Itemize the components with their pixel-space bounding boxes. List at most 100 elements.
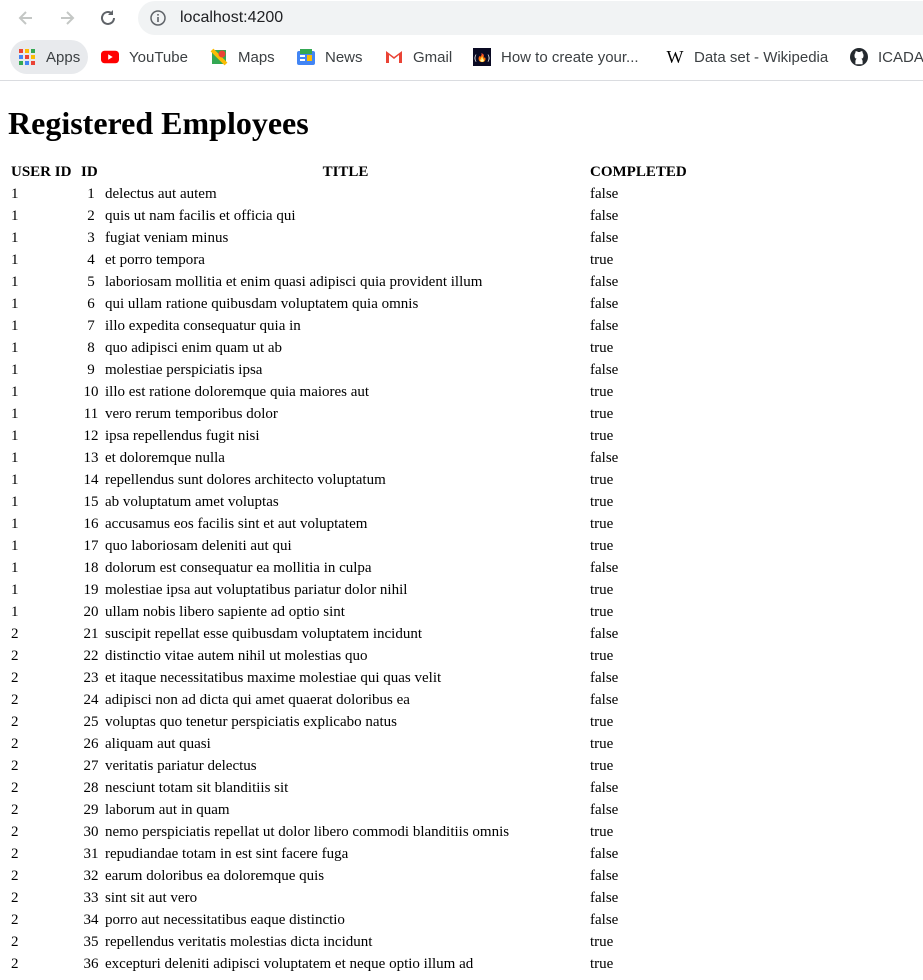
column-header-title: TITLE [322, 164, 369, 180]
youtube-icon [101, 48, 119, 66]
cell-title: laboriosam mollitia et enim quasi adipis… [105, 274, 483, 290]
cell-title: ipsa repellendus fugit nisi [105, 428, 260, 444]
bookmark-gmail[interactable]: Gmail [385, 40, 452, 74]
cell-completed: false [590, 626, 619, 642]
cell-id: 24 [83, 692, 99, 708]
bookmark-github[interactable]: ICADA [850, 40, 923, 74]
reload-icon [101, 10, 115, 25]
bookmark-label: Gmail [413, 48, 453, 66]
cell-user-id: 1 [11, 582, 19, 598]
cell-user-id: 2 [11, 824, 19, 840]
bookmark-maps[interactable]: Maps [210, 40, 275, 74]
table-row: 2 23 et itaque necessitatibus maxime moles… [10, 668, 791, 688]
bookmark-label: YouTube [129, 48, 188, 66]
forward-button[interactable] [55, 6, 79, 30]
table-header-row: USER ID ID TITLE COMPLETED [10, 162, 791, 182]
cell-title: dolorum est consequatur ea mollitia in c… [105, 560, 372, 576]
cell-title: aliquam aut quasi [105, 736, 211, 752]
cell-user-id: 2 [11, 714, 19, 730]
table-row: 2 26 aliquam aut quasi true [10, 734, 791, 754]
bookmark-apps[interactable]: Apps [10, 40, 89, 74]
cell-user-id: 1 [11, 516, 19, 532]
table-body: 1 1 delectus aut autem false 1 2 quis ut nam f… [10, 184, 791, 974]
cell-user-id: 2 [11, 758, 19, 774]
cell-completed: true [590, 472, 614, 488]
cell-user-id: 1 [11, 538, 19, 554]
cell-completed: false [590, 802, 619, 818]
table-row: 2 29 laborum aut in quam false [10, 800, 791, 820]
cell-id: 6 [87, 296, 95, 312]
cell-user-id: 1 [11, 340, 19, 356]
bookmark-freecodecamp[interactable]: (🔥) How to create your... [473, 40, 639, 74]
cell-id: 5 [87, 274, 95, 290]
cell-title: suscipit repellat esse quibusdam volupta… [105, 626, 423, 642]
cell-id: 33 [83, 890, 99, 906]
table-row: 2 28 nesciunt totam sit blanditiis sit fals… [10, 778, 791, 798]
bookmark-label: ICADA [878, 48, 923, 66]
cell-user-id: 2 [11, 780, 19, 796]
cell-id: 11 [83, 406, 99, 422]
table-row: 2 32 earum doloribus ea doloremque quis fal… [10, 866, 791, 886]
table-row: 1 2 quis ut nam facilis et officia qui fals… [10, 206, 791, 226]
cell-title: earum doloribus ea doloremque quis [105, 868, 325, 884]
cell-user-id: 1 [11, 296, 19, 312]
cell-id: 9 [87, 362, 95, 378]
bookmark-label: Apps [46, 48, 81, 66]
reload-button[interactable] [96, 6, 120, 30]
cell-title: repellendus veritatis molestias dicta in… [105, 934, 373, 950]
cell-title: illo expedita consequatur quia in [105, 318, 301, 334]
cell-user-id: 2 [11, 736, 19, 752]
table-row: 2 27 veritatis pariatur delectus true [10, 756, 791, 776]
page-title: Registered Employees [8, 105, 309, 141]
table-row: 1 14 repellendus sunt dolores architecto v… [10, 470, 791, 490]
bookmark-wikipedia[interactable]: W Data set - Wikipedia [666, 40, 829, 74]
cell-title: quis ut nam facilis et officia qui [105, 208, 296, 224]
cell-completed: true [590, 384, 614, 400]
cell-id: 1 [87, 186, 95, 202]
cell-id: 13 [83, 450, 99, 466]
address-bar[interactable]: localhost:4200 [138, 1, 923, 35]
bookmark-news[interactable]: News [297, 40, 363, 74]
cell-completed: true [590, 956, 614, 972]
cell-title: vero rerum temporibus dolor [105, 406, 278, 422]
cell-completed: false [590, 780, 619, 796]
cell-title: porro aut necessitatibus eaque distincti… [105, 912, 345, 928]
cell-title: accusamus eos facilis sint et aut volupt… [105, 516, 368, 532]
bookmarks-bar: Apps YouTube Maps News Gmail (🔥) How to … [0, 36, 923, 81]
cell-id: 34 [83, 912, 99, 928]
cell-completed: true [590, 824, 614, 840]
table-row: 1 9 molestiae perspiciatis ipsa false [10, 360, 791, 380]
cell-title: molestiae perspiciatis ipsa [105, 362, 263, 378]
bookmark-youtube[interactable]: YouTube [101, 40, 188, 74]
cell-completed: false [590, 890, 619, 906]
cell-user-id: 1 [11, 252, 19, 268]
table-row: 1 16 accusamus eos facilis sint et aut vol… [10, 514, 791, 534]
table-row: 1 18 dolorum est consequatur ea mollitia i… [10, 558, 791, 578]
cell-id: 18 [83, 560, 99, 576]
arrow-right-icon [61, 11, 75, 25]
table-row: 2 24 adipisci non ad dicta qui amet quaera… [10, 690, 791, 710]
back-button[interactable] [14, 6, 38, 30]
cell-title: illo est ratione doloremque quia maiores… [105, 384, 370, 400]
cell-id: 19 [83, 582, 99, 598]
cell-completed: true [590, 538, 614, 554]
cell-user-id: 1 [11, 186, 19, 202]
cell-completed: false [590, 450, 619, 466]
employees-table: USER ID ID TITLE COMPLETED 1 1 delectus au… [8, 160, 793, 976]
cell-id: 2 [87, 208, 95, 224]
cell-title: nemo perspiciatis repellat ut dolor libe… [105, 824, 510, 840]
cell-completed: false [590, 208, 619, 224]
cell-completed: false [590, 296, 619, 312]
cell-id: 31 [83, 846, 99, 862]
table-row: 1 17 quo laboriosam deleniti aut qui true [10, 536, 791, 556]
cell-title: nesciunt totam sit blanditiis sit [105, 780, 289, 796]
cell-user-id: 2 [11, 692, 19, 708]
table-row: 1 12 ipsa repellendus fugit nisi true [10, 426, 791, 446]
table-row: 1 20 ullam nobis libero sapiente ad optio … [10, 602, 791, 622]
cell-id: 12 [83, 428, 99, 444]
cell-completed: true [590, 758, 614, 774]
cell-user-id: 1 [11, 362, 19, 378]
cell-user-id: 1 [11, 384, 19, 400]
cell-title: molestiae ipsa aut voluptatibus pariatur… [105, 582, 408, 598]
cell-id: 7 [87, 318, 95, 334]
